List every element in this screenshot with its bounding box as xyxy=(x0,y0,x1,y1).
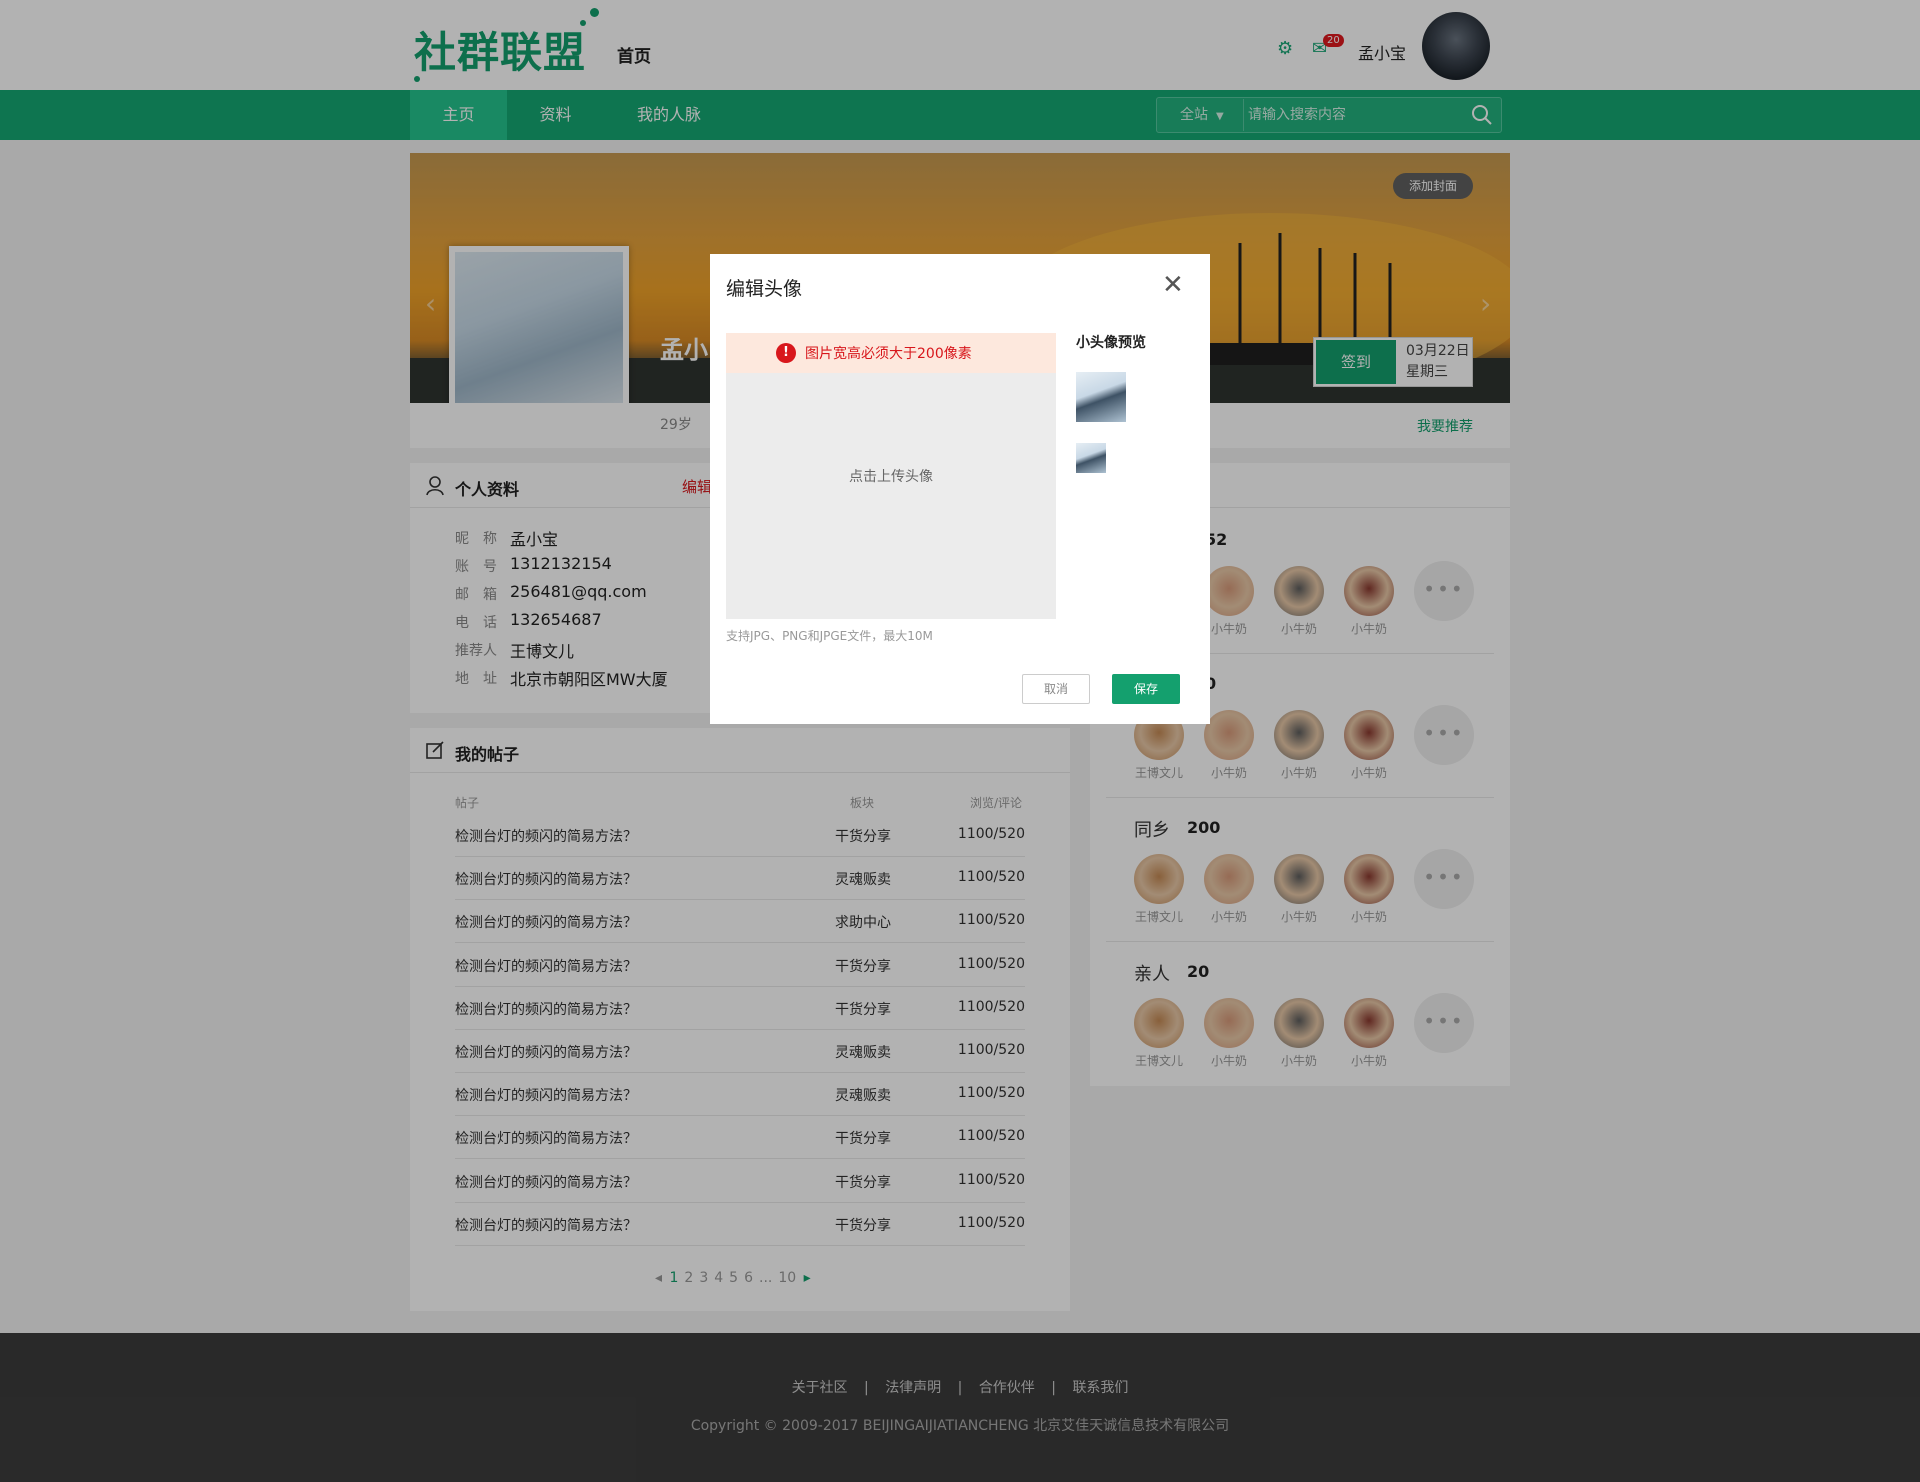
warning-text: 图片宽高必须大于200像素 xyxy=(805,346,972,362)
alert-icon: ! xyxy=(776,343,796,363)
avatar-preview-small xyxy=(1076,443,1106,473)
close-icon[interactable]: ✕ xyxy=(1162,270,1184,300)
upload-prompt[interactable]: 点击上传头像 xyxy=(726,466,1056,486)
save-button[interactable]: 保存 xyxy=(1112,674,1180,704)
dialog-title: 编辑头像 xyxy=(726,278,803,300)
avatar-preview-large xyxy=(1076,372,1126,422)
cancel-button[interactable]: 取消 xyxy=(1022,674,1090,704)
modal-overlay[interactable] xyxy=(0,0,1920,1482)
upload-hint: 支持JPG、PNG和JPGE文件，最大10M xyxy=(726,629,933,643)
preview-title: 小头像预览 xyxy=(1076,335,1146,351)
